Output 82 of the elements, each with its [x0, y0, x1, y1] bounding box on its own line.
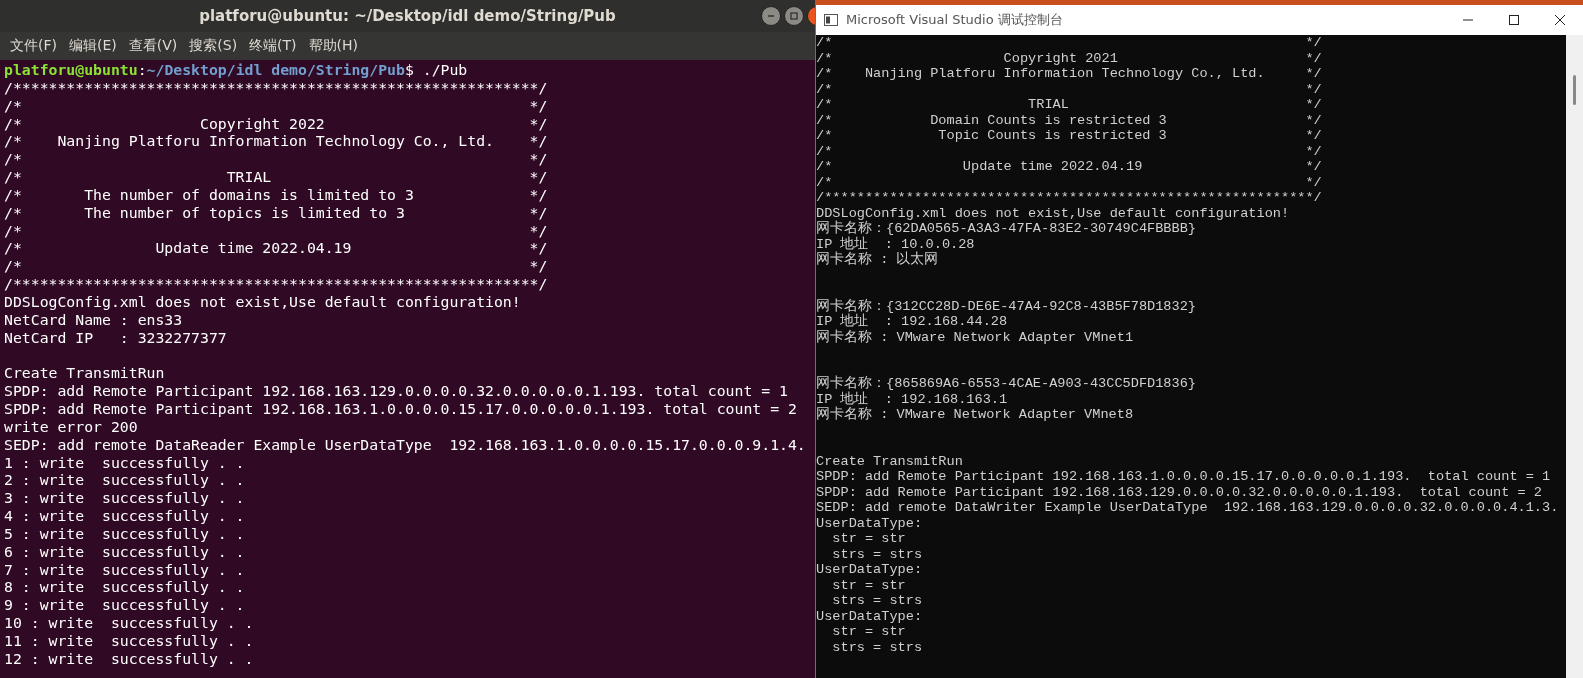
- output-line: /* */: [4, 150, 549, 169]
- output-line: 7 : write successfully . .: [4, 560, 246, 579]
- output-line: /* */: [816, 174, 1323, 190]
- output-line: /* */: [816, 35, 1323, 51]
- output-line: 9 : write successfully . .: [4, 596, 246, 615]
- scrollbar[interactable]: [1566, 35, 1583, 678]
- output-line: 1 : write successfully . .: [4, 453, 246, 472]
- output-line: /* Domain Counts is restricted 3 */: [816, 112, 1323, 128]
- menu-item[interactable]: 搜索(S): [189, 37, 238, 55]
- window-title: platforu@ubuntu: ~/Desktop/idl demo/String/Pub: [199, 7, 616, 25]
- output-line: /* TRIAL */: [4, 168, 549, 186]
- output-line: SPDP: add Remote Participant 192.168.163.129.0.0.0.0.32.0.0.0.0.0.1.193. total count = 2: [816, 484, 1544, 500]
- output-line: /* */: [4, 257, 549, 276]
- prompt-line: platforu@ubuntu:~/Desktop/idl demo/String/Pub$ ./Pub: [4, 61, 469, 79]
- output-line: SPDP: add Remote Participant 192.168.163.1.0.0.0.0.15.17.0.0.0.0.0.1.193. total count = 2: [4, 400, 798, 418]
- output-line: /* Nanjing Platforu Information Technology Co., Ltd. */: [4, 132, 549, 151]
- output-line: /************************************************************/: [816, 190, 1323, 206]
- console-icon: [824, 14, 838, 26]
- output-line: IP 地址 : 192.168.163.1: [816, 391, 1009, 407]
- output-line: str = str: [831, 531, 907, 547]
- output-line: 6 : write successfully . .: [4, 542, 246, 561]
- menu-item[interactable]: 终端(T): [249, 37, 297, 55]
- output-line: UserDataType:: [816, 608, 924, 624]
- menu-item[interactable]: 帮助(H): [308, 37, 359, 55]
- output-line: 10 : write successfully . .: [4, 614, 255, 632]
- output-line: 网卡名称 : VMware Network Adapter VMnet8: [816, 407, 1135, 423]
- output-line: Create TransmitRun: [4, 364, 166, 383]
- maximize-icon: [1508, 14, 1520, 26]
- output-line: strs = strs: [831, 593, 924, 609]
- minimize-button[interactable]: [761, 6, 781, 26]
- output-line: /* Copyright 2021 */: [816, 50, 1323, 66]
- output-line: 11 : write successfully . .: [4, 632, 255, 650]
- output-line: DDSLogConfig.xml does not exist,Use default configuration!: [4, 292, 522, 311]
- output-line: str = str: [831, 577, 907, 593]
- output-line: /* */: [4, 96, 549, 115]
- output-line: /* The number of topics is limited to 3 */: [4, 203, 549, 222]
- output-line: UserDataType:: [816, 562, 924, 578]
- output-line: str = str: [831, 624, 907, 640]
- close-icon: [1554, 14, 1566, 26]
- output-line: /* */: [816, 143, 1323, 159]
- output-line: /* TRIAL */: [816, 97, 1323, 113]
- output-line: /* Nanjing Platforu Information Technology Co., Ltd. */: [816, 66, 1323, 82]
- maximize-icon: [789, 11, 799, 21]
- output-line: /* Topic Counts is restricted 3 */: [816, 128, 1323, 144]
- output-line: write error 200: [4, 417, 139, 436]
- menu-item[interactable]: 查看(V): [128, 37, 178, 55]
- output-line: strs = strs: [831, 639, 924, 655]
- output-line: NetCard Name : ens33: [4, 310, 184, 329]
- output-line: /* */: [816, 81, 1323, 97]
- output-line: /* Copyright 2022 */: [4, 114, 549, 133]
- output-line: 网卡名称 : VMware Network Adapter VMnet1: [816, 329, 1135, 345]
- output-line: 2 : write successfully . .: [4, 471, 246, 490]
- scrollbar-thumb[interactable]: [1573, 75, 1576, 105]
- output-line: /***********************************************************/: [4, 275, 549, 293]
- output-line: /* Update time 2022.04.19 */: [4, 239, 549, 258]
- output-line: SEDP: add remote DataWriter Example UserDataType 192.168.163.129.0.0.0.0.32.0.0.0.0.4.1.3.: [816, 500, 1560, 516]
- output-line: 5 : write successfully . .: [4, 524, 246, 543]
- output-line: 8 : write successfully . .: [4, 578, 246, 597]
- output-line: 4 : write successfully . .: [4, 507, 246, 525]
- output-line: /* Update time 2022.04.19 */: [816, 159, 1323, 175]
- output-line: Create TransmitRun: [816, 453, 964, 469]
- output-line: strs = strs: [831, 546, 924, 562]
- window-title: Microsoft Visual Studio 调试控制台: [846, 11, 1063, 29]
- output-line: /* */: [4, 221, 549, 240]
- output-line: 网卡名称 : 以太网: [816, 252, 940, 268]
- output-line: 网卡名称：{62DA0565-A3A3-47FA-83E2-30749C4FBBBB}: [816, 221, 1197, 236]
- output-line: 网卡名称：{865869A6-6553-4CAE-A903-43CC5DFD1836}: [816, 376, 1197, 391]
- output-line: 12 : write successfully . .: [4, 649, 255, 668]
- output-line: /***********************************************************/: [4, 78, 549, 97]
- output-line: DDSLogConfig.xml does not exist,Use default configuration!: [816, 205, 1291, 221]
- output-line: UserDataType:: [816, 515, 924, 531]
- output-line: SEDP: add remote DataReader Example UserDataType 192.168.163.1.0.0.0.0.15.17.0.0.0.9.1.4.: [4, 435, 807, 454]
- output-line: NetCard IP : 3232277377: [4, 328, 228, 347]
- menu-item[interactable]: 编辑(E): [69, 37, 117, 55]
- output-line: /* The number of domains is limited to 3 */: [4, 185, 549, 204]
- output-line: SPDP: add Remote Participant 192.168.163.1.0.0.0.0.15.17.0.0.0.0.0.1.193. total count = 1: [816, 469, 1552, 485]
- output-line: 3 : write successfully . .: [4, 489, 246, 508]
- output-line: SPDP: add Remote Participant 192.168.163.129.0.0.0.0.32.0.0.0.0.0.1.193. total count = 1: [4, 382, 789, 401]
- output-line: IP 地址 : 192.168.44.28: [816, 314, 1009, 329]
- output-line: 网卡名称：{312CC28D-DE6E-47A4-92C8-43B5F78D1832}: [816, 298, 1197, 314]
- menu-item[interactable]: 文件(F): [10, 37, 57, 55]
- output-line: IP 地址 : 10.0.0.28: [816, 236, 976, 252]
